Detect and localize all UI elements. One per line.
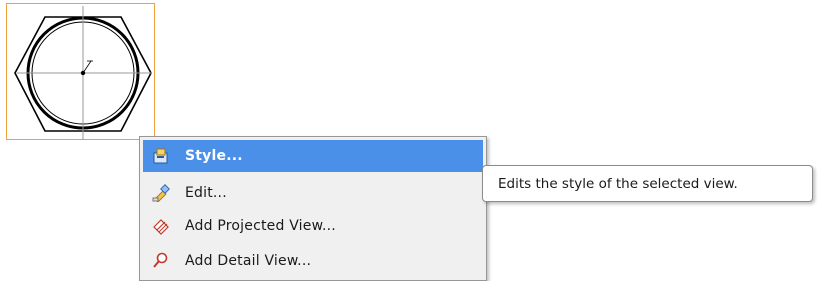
menu-item-label: Add Projected View... <box>185 218 336 234</box>
hex-nut-drawing-icon <box>14 6 152 140</box>
tooltip-text: Edits the style of the selected view. <box>498 175 738 192</box>
style-icon <box>151 146 171 166</box>
menu-item-label: Edit... <box>185 185 227 201</box>
context-menu: Style... Edit... Add Projected View... A… <box>139 136 487 281</box>
menu-item-edit[interactable]: Edit... <box>143 177 483 209</box>
projected-view-icon <box>151 216 171 236</box>
edit-icon <box>151 183 171 203</box>
menu-item-label: Add Detail View... <box>185 253 312 269</box>
menu-item-add-projected-view[interactable]: Add Projected View... <box>143 210 483 242</box>
drawing-view[interactable] <box>6 3 155 140</box>
menu-item-add-detail-view[interactable]: Add Detail View... <box>143 245 483 277</box>
detail-view-icon <box>151 251 171 271</box>
menu-item-style[interactable]: Style... <box>143 140 483 172</box>
tooltip: Edits the style of the selected view. <box>482 165 813 202</box>
menu-item-label: Style... <box>185 148 243 164</box>
